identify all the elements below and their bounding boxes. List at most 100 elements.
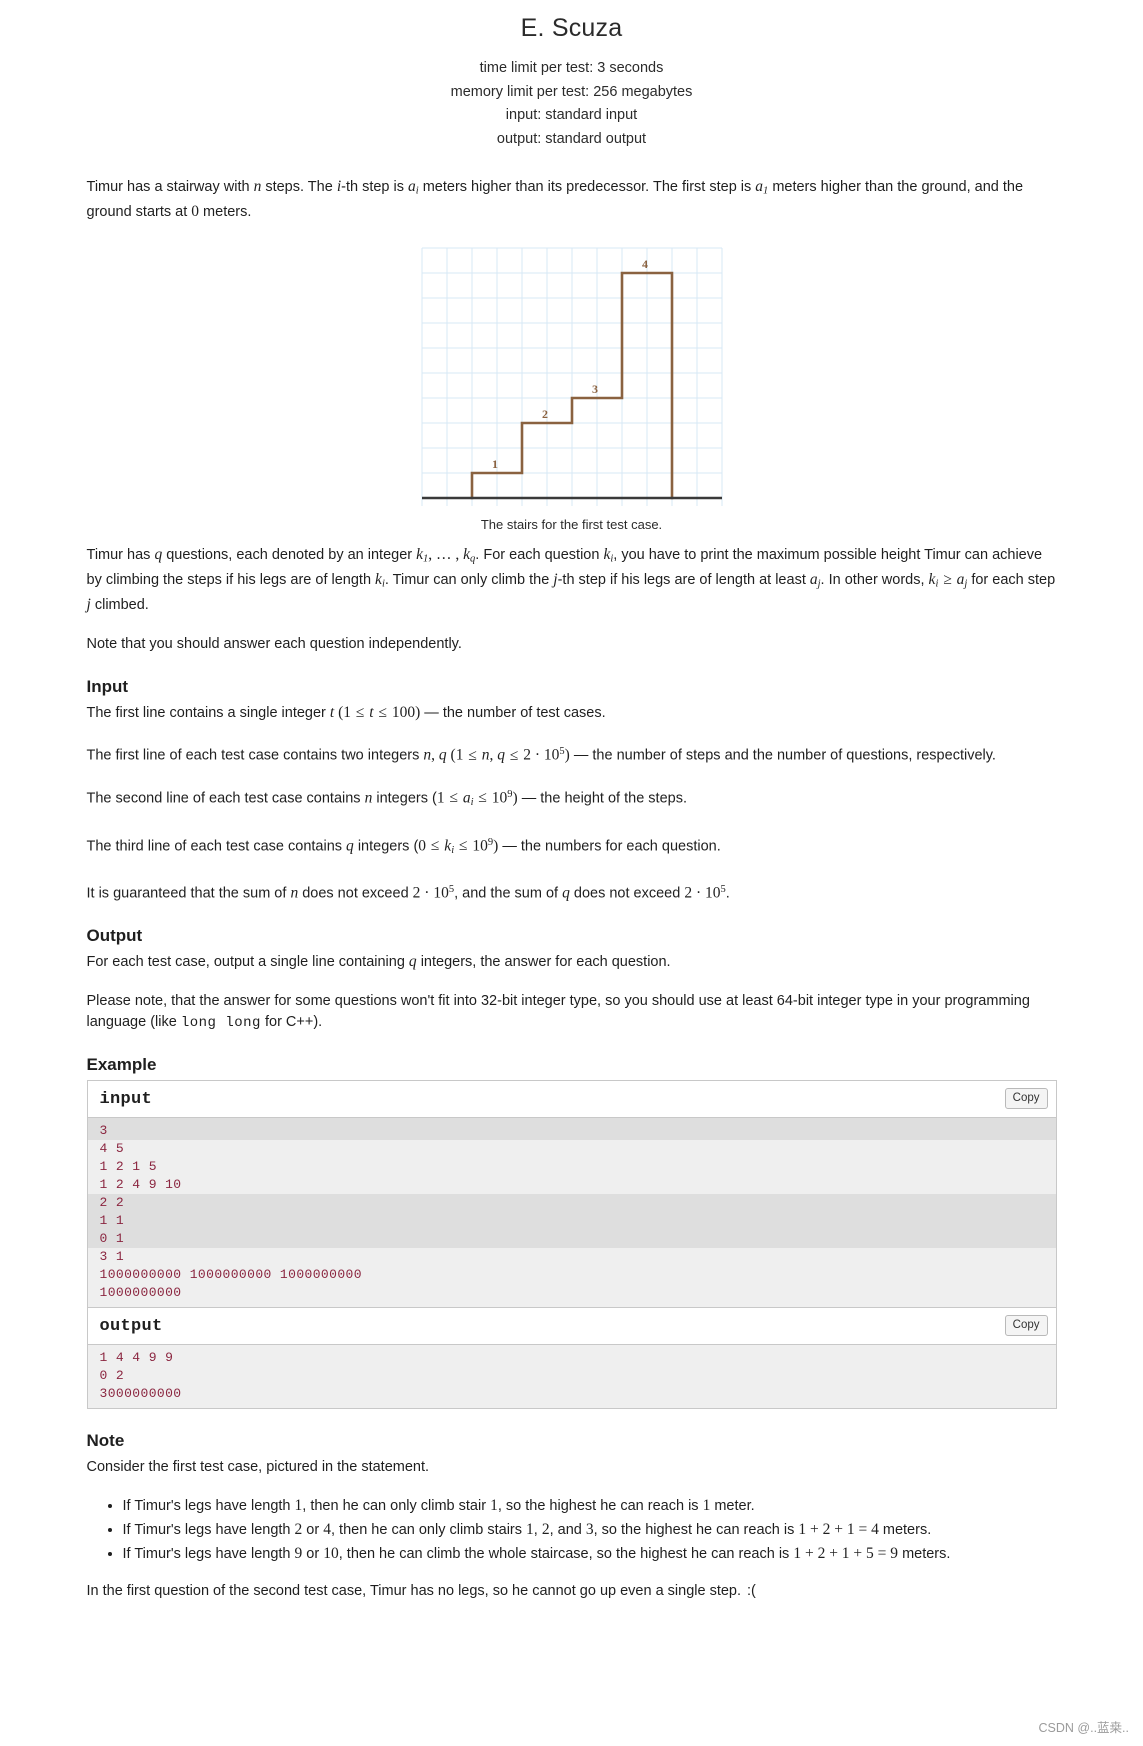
text-fragment: , then he can climb the whole staircase,…: [338, 1545, 794, 1562]
text-fragment: Timur has: [86, 546, 155, 563]
text-fragment: . For each question: [475, 546, 604, 563]
math-cdot: ·: [420, 884, 434, 902]
text-fragment: , so the highest he can reach is: [497, 1497, 703, 1514]
math-a: a: [809, 570, 818, 588]
math-leq: ≤: [445, 789, 462, 807]
note-closing: In the first question of the second test…: [87, 1581, 1057, 1602]
problem-statement: Timur has a stairway with n steps. The i…: [87, 177, 1057, 655]
math-zero: 0: [191, 203, 200, 221]
sad-emoticon: :(: [747, 1582, 756, 1599]
math-a: a: [462, 789, 471, 807]
input-line-2: The first line of each test case contain…: [87, 742, 1057, 766]
text-fragment: — the height of the steps.: [517, 790, 687, 807]
text-fragment: The first line of each test case contain…: [86, 747, 424, 764]
problem-page: E. Scuza time limit per test: 3 seconds …: [86, 0, 1057, 1602]
text-fragment: climbed.: [90, 596, 149, 613]
section-heading-input: Input: [86, 676, 129, 696]
math-number: 2: [523, 746, 531, 764]
input-line-1: The first line contains a single integer…: [87, 703, 1057, 724]
math-leq: ≤: [427, 836, 444, 854]
math-q: q: [438, 746, 447, 764]
math-number: 2: [541, 1520, 550, 1538]
math-leq: ≤: [455, 836, 472, 854]
watermark: CSDN @..蓝桒..: [1038, 1721, 1129, 1735]
math-number: 10: [433, 884, 449, 902]
math-number: 1: [343, 703, 352, 721]
math-t: t: [369, 703, 374, 721]
math-number: 10: [472, 836, 488, 854]
math-number: 1: [490, 1496, 498, 1514]
math-paren: (: [334, 703, 344, 721]
text-fragment: integers (: [372, 790, 437, 807]
page-title: E. Scuza: [520, 14, 623, 42]
math-k: k: [375, 570, 382, 588]
math-a1: a: [755, 178, 764, 195]
text-fragment: — the numbers for each question.: [498, 837, 721, 854]
math-comma: ,: [431, 746, 439, 764]
math-k: k: [463, 545, 471, 563]
time-limit: time limit per test: 3 seconds: [479, 60, 664, 76]
math-number: 4: [323, 1520, 331, 1538]
sample-output-block: output Copy 1 4 4 9 9 0 2 3000000000: [86, 1307, 1057, 1410]
text-fragment: steps. The: [261, 179, 337, 195]
math-cdot: ·: [530, 746, 544, 764]
text-fragment: -th step is: [341, 179, 409, 195]
math-cdot: ·: [692, 884, 706, 902]
text-fragment: integers (: [353, 837, 419, 854]
text-fragment: It is guaranteed that the sum of: [86, 885, 291, 902]
note-intro: Consider the first test case, pictured i…: [86, 1459, 430, 1476]
text-fragment: — the number of steps and the number of …: [569, 747, 996, 764]
stairs-figure: 1 2 3 4 The stairs for the first test ca…: [87, 242, 1057, 533]
text-fragment: In the first question of the second test…: [86, 1582, 742, 1599]
sample-input-line: 1 1: [87, 1212, 1056, 1231]
math-n: n: [423, 746, 432, 764]
math-number: 0: [418, 836, 427, 854]
math-a: a: [408, 178, 416, 195]
text-fragment: , and the sum of: [454, 885, 563, 902]
text-fragment: for C++).: [260, 1013, 323, 1030]
text-fragment: integers, the answer for each question.: [416, 953, 671, 970]
text-fragment: meters.: [898, 1545, 951, 1562]
sample-tests: input Copy 3 4 5 1 2 1 5 1 2 4 9 10 2 2 …: [86, 1080, 1057, 1410]
step-label-4: 4: [642, 257, 648, 271]
sample-input-title: input: [99, 1090, 153, 1110]
math-leq: ≤: [352, 703, 369, 721]
text-fragment: . Timur can only climb the: [384, 571, 554, 588]
math-number: 1: [436, 789, 445, 807]
text-fragment: meter.: [710, 1497, 755, 1514]
sample-input-line: 1000000000: [99, 1285, 182, 1301]
sample-input-line: 4 5: [99, 1141, 125, 1157]
sample-output-line: 3000000000: [99, 1386, 182, 1402]
math-q: q: [346, 836, 354, 854]
note-bullet-list: If Timur's legs have length 1, then he c…: [87, 1495, 1057, 1565]
text-fragment: or: [302, 1545, 324, 1562]
text-fragment: for each step: [967, 571, 1056, 588]
output-line-2: Please note, that the answer for some qu…: [87, 991, 1057, 1033]
list-item: If Timur's legs have length 2 or 4, then…: [123, 1519, 1057, 1541]
section-heading-output: Output: [86, 925, 143, 945]
sample-input-line: 0 1: [87, 1230, 1056, 1249]
sample-input-header: input Copy: [87, 1081, 1056, 1119]
text-fragment: does not exceed: [569, 885, 685, 902]
input-line-3: The second line of each test case contai…: [87, 785, 1057, 813]
section-heading-note: Note: [86, 1431, 125, 1451]
sample-output-header: output Copy: [87, 1308, 1056, 1346]
text-fragment: The third line of each test case contain…: [86, 837, 347, 854]
math-k: k: [416, 545, 424, 563]
input-line-5: It is guaranteed that the sum of n does …: [87, 880, 1057, 904]
copy-output-button[interactable]: Copy: [1004, 1315, 1048, 1337]
text-fragment: , and: [549, 1521, 586, 1538]
text-fragment: , then he can only climb stair: [302, 1497, 491, 1514]
step-label-2: 2: [542, 407, 548, 421]
output-line-1: For each test case, output a single line…: [87, 952, 1057, 973]
sample-input-line: 1 2 1 5: [99, 1159, 157, 1175]
sample-output-body: 1 4 4 9 9 0 2 3000000000: [87, 1345, 1056, 1409]
text-fragment: questions, each denoted by an integer: [162, 546, 417, 563]
text-fragment: — the number of test cases.: [420, 704, 606, 721]
problem-limits: time limit per test: 3 seconds memory li…: [87, 57, 1057, 151]
math-number: 10: [323, 1544, 339, 1562]
math-geq: ≥: [939, 570, 956, 588]
sample-input-line: 3: [87, 1122, 1056, 1141]
copy-input-button[interactable]: Copy: [1004, 1088, 1048, 1110]
math-number: 10: [543, 746, 560, 764]
